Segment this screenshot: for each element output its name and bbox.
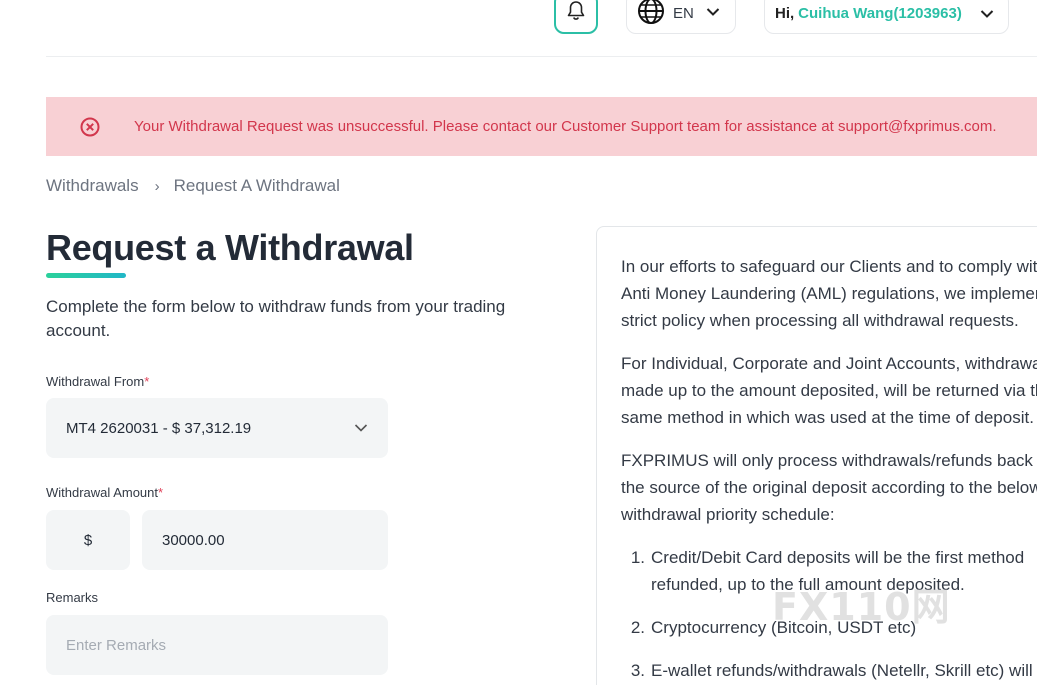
- error-alert: Your Withdrawal Request was unsuccessful…: [46, 97, 1037, 156]
- chevron-down-icon: [706, 4, 720, 22]
- watermark: FX110网: [772, 585, 951, 629]
- policy-paragraph-2: For Individual, Corporate and Joint Acco…: [621, 350, 1037, 431]
- page-subtitle: Complete the form below to withdraw fund…: [46, 297, 506, 340]
- globe-icon: [637, 0, 665, 30]
- list-line: Credit/Debit Card deposits will be the f…: [651, 548, 1025, 567]
- policy-line: the source of the original deposit accor…: [621, 478, 1037, 497]
- bell-icon: [566, 0, 586, 27]
- withdrawal-amount-label: Withdrawal Amount*: [46, 485, 163, 500]
- currency-symbol-text: $: [83, 531, 93, 549]
- priority-list-item: 3. E-wallet refunds/withdrawals (Netellr…: [621, 657, 1037, 684]
- required-mark: *: [144, 374, 150, 389]
- alert-message: Your Withdrawal Request was unsuccessful…: [134, 118, 997, 135]
- policy-paragraph-3: FXPRIMUS will only process withdrawals/r…: [621, 447, 1037, 528]
- language-selector[interactable]: EN: [626, 0, 736, 34]
- withdrawal-from-label: Withdrawal From*: [46, 374, 149, 389]
- breadcrumb-current: Request A Withdrawal: [173, 176, 340, 195]
- user-name: Cuihua Wang(1203963): [798, 4, 962, 22]
- list-number: 1.: [630, 548, 645, 567]
- list-line: E-wallet refunds/withdrawals (Netellr, S…: [651, 661, 1033, 680]
- withdrawal-amount-label-text: Withdrawal Amount: [46, 485, 158, 500]
- withdrawal-from-value: MT4 2620031 - $ 37,312.19: [66, 419, 252, 437]
- policy-line: strict policy when processing all withdr…: [621, 311, 1019, 330]
- policy-line: Anti Money Laundering (AML) regulations,…: [621, 284, 1037, 303]
- breadcrumb-separator: ›: [154, 177, 160, 195]
- greeting: Hi,: [775, 4, 795, 22]
- withdrawal-from-label-text: Withdrawal From: [46, 374, 145, 389]
- notifications-button[interactable]: [554, 0, 598, 34]
- remarks-field[interactable]: [46, 615, 388, 675]
- withdrawal-amount-value: 30000.00: [162, 531, 225, 549]
- withdrawal-amount-input[interactable]: 30000.00: [142, 510, 388, 570]
- breadcrumb: Withdrawals › Request A Withdrawal: [46, 176, 340, 196]
- policy-line: FXPRIMUS will only process withdrawals/r…: [621, 451, 1037, 470]
- withdrawal-from-select[interactable]: MT4 2620031 - $ 37,312.19: [46, 398, 388, 458]
- page-title: Request a Withdrawal: [46, 227, 414, 268]
- required-mark: *: [158, 485, 164, 500]
- header-divider: [46, 56, 1037, 57]
- title-underline: [46, 273, 126, 278]
- breadcrumb-withdrawals[interactable]: Withdrawals: [46, 176, 139, 196]
- chevron-down-icon: [980, 6, 994, 24]
- policy-line: In our efforts to safeguard our Clients …: [621, 257, 1037, 276]
- policy-line: For Individual, Corporate and Joint Acco…: [621, 354, 1037, 373]
- policy-paragraph-1: In our efforts to safeguard our Clients …: [621, 253, 1037, 334]
- withdrawal-page: EN Hi, Cuihua Wang(1203963) Your Withdra…: [0, 0, 1037, 685]
- language-label: EN: [673, 4, 694, 22]
- policy-line: same method in which was used at the tim…: [621, 408, 1034, 427]
- currency-symbol: $: [46, 510, 130, 570]
- user-menu[interactable]: Hi, Cuihua Wang(1203963): [764, 0, 1009, 34]
- remarks-input[interactable]: [66, 636, 366, 654]
- error-circle-icon: [80, 117, 100, 137]
- remarks-label: Remarks: [46, 590, 99, 605]
- list-number: 3.: [630, 661, 645, 680]
- policy-line: made up to the amount deposited, will be…: [621, 381, 1037, 400]
- policy-line: withdrawal priority schedule:: [621, 505, 835, 524]
- chevron-down-icon: [354, 420, 368, 437]
- list-number: 2.: [630, 618, 645, 637]
